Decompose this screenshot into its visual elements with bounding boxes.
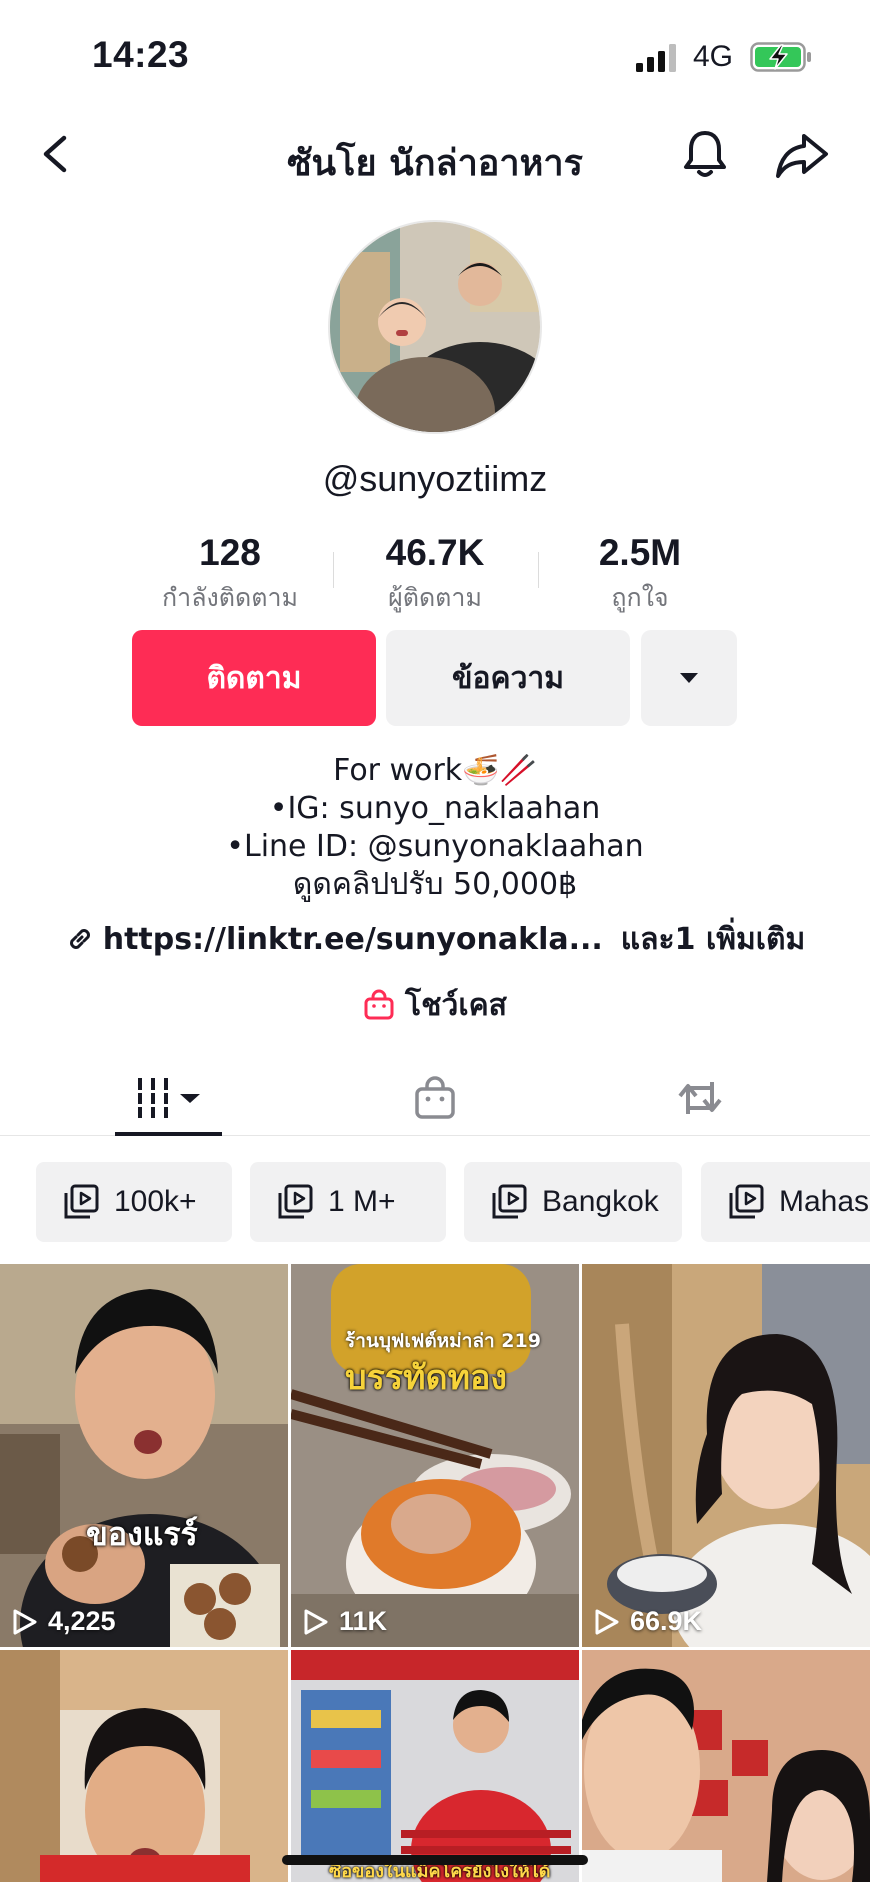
- video-thumbnail-image: [0, 1264, 288, 1647]
- profile-tabs: [0, 1060, 870, 1136]
- nav-bar: ซันโย นักล่าอาหาร: [0, 118, 870, 190]
- suggested-accounts-button[interactable]: [641, 630, 737, 726]
- playlist-icon: [64, 1184, 99, 1219]
- playlist-chip-label: 1 M+: [328, 1185, 396, 1218]
- showcase-link[interactable]: โชว์เคส: [0, 982, 870, 1029]
- playlist-chip[interactable]: 1 M+: [250, 1162, 446, 1242]
- playlist-chip[interactable]: Mahas: [701, 1162, 870, 1242]
- video-overlay-text: บรรทัดทอง: [345, 1358, 508, 1398]
- video-thumbnail[interactable]: 66.9K: [582, 1264, 870, 1647]
- playlist-chip-label: Bangkok: [542, 1185, 659, 1218]
- status-bar: 14:23 4G: [0, 0, 870, 110]
- stat-following[interactable]: 128 กำลังติดตาม: [130, 532, 330, 618]
- divider: [333, 552, 334, 588]
- home-indicator[interactable]: [282, 1855, 588, 1865]
- view-count-value: 11K: [339, 1606, 388, 1636]
- video-thumbnail-image: [582, 1264, 870, 1647]
- view-count-value: 66.9K: [630, 1606, 703, 1636]
- stat-followers-label: ผู้ติดตาม: [388, 583, 482, 612]
- stat-following-label: กำลังติดตาม: [162, 583, 298, 612]
- avatar-photo: [330, 222, 540, 432]
- playlist-icon: [492, 1184, 527, 1219]
- video-grid: ของแรร์ 4,225 ร้านบุฟเฟต์หม่าล่า 219 บรร…: [0, 1264, 870, 1882]
- message-button[interactable]: ข้อความ: [386, 630, 630, 726]
- shopping-bag-icon: [415, 1076, 455, 1119]
- video-thumbnail-image: [291, 1650, 579, 1882]
- battery-charging-icon: [750, 42, 811, 72]
- shopping-bag-icon: [364, 989, 394, 1020]
- video-thumbnail-image: [582, 1650, 870, 1882]
- playlist-chip[interactable]: 100k+: [36, 1162, 232, 1242]
- page-title: ซันโย นักล่าอาหาร: [287, 143, 583, 184]
- stat-followers-value: 46.7K: [385, 532, 485, 573]
- play-icon: [595, 1609, 619, 1634]
- view-count-value: 4,225: [48, 1606, 116, 1636]
- bell-icon[interactable]: [680, 128, 730, 180]
- play-icon: [13, 1609, 37, 1634]
- playlist-chip-label: Mahas: [779, 1185, 870, 1218]
- stat-followers[interactable]: 46.7K ผู้ติดตาม: [335, 532, 535, 618]
- bio-line: For work🍜🥢: [333, 753, 537, 788]
- video-thumbnail-image: [0, 1650, 288, 1882]
- signal-icon: [636, 44, 676, 72]
- share-arrow-icon[interactable]: [774, 130, 830, 180]
- video-thumbnail-image: [291, 1264, 579, 1647]
- bio-line: •Line ID: @sunyonaklaahan: [226, 829, 644, 864]
- grid-lines-icon: [133, 1078, 200, 1118]
- view-count: 4,225: [12, 1606, 116, 1637]
- play-icon: [304, 1609, 328, 1634]
- video-thumbnail[interactable]: [582, 1650, 870, 1882]
- video-overlay-text: ของแรร์: [86, 1515, 198, 1553]
- view-count: 66.9K: [594, 1606, 702, 1637]
- playlist-chip[interactable]: Bangkok: [464, 1162, 682, 1242]
- profile-stats: 128 กำลังติดตาม 46.7K ผู้ติดตาม 2.5M ถูก…: [0, 532, 870, 612]
- showcase-label: โชว์เคส: [405, 988, 507, 1023]
- tab-reposts[interactable]: [665, 1060, 735, 1136]
- username: @sunyoztiimz: [322, 458, 548, 499]
- divider: [538, 552, 539, 588]
- caret-down-icon: [680, 673, 698, 683]
- playlist-chip-label: 100k+: [114, 1185, 197, 1218]
- tab-videos[interactable]: [115, 1060, 222, 1136]
- tab-shop[interactable]: [400, 1060, 470, 1136]
- stat-likes-value: 2.5M: [598, 532, 682, 573]
- video-thumbnail[interactable]: ของแรร์ 4,225: [0, 1264, 288, 1647]
- bio-link-row: https://linktr.ee/sunyonakla... และ1 เพิ่…: [0, 916, 870, 963]
- stat-likes[interactable]: 2.5M ถูกใจ: [540, 532, 740, 618]
- playlist-icon: [278, 1184, 313, 1219]
- video-thumbnail[interactable]: ซื้อของในแม็คโครยังไงให้ได้ของนี้: [291, 1650, 579, 1882]
- bio-line: •IG: sunyo_naklaahan: [269, 791, 601, 826]
- link-icon: [69, 929, 90, 949]
- stat-likes-label: ถูกใจ: [611, 583, 669, 612]
- active-tab-indicator: [115, 1132, 222, 1136]
- playlist-icon: [729, 1184, 764, 1219]
- more-links-button[interactable]: และ1 เพิ่มเติม: [621, 922, 805, 957]
- repost-icon: [678, 1082, 722, 1114]
- profile-bio: For work🍜🥢 •IG: sunyo_naklaahan •Line ID…: [0, 752, 870, 904]
- clock-time: 14:23: [92, 34, 190, 75]
- video-thumbnail[interactable]: [0, 1650, 288, 1882]
- avatar[interactable]: [328, 220, 542, 434]
- follow-button[interactable]: ติดตาม: [132, 630, 376, 726]
- bio-line: ดูดคลิปปรับ 50,000฿: [292, 867, 578, 902]
- video-thumbnail[interactable]: ร้านบุฟเฟต์หม่าล่า 219 บรรทัดทอง 11K: [291, 1264, 579, 1647]
- network-type: 4G: [693, 40, 734, 73]
- view-count: 11K: [303, 1606, 387, 1637]
- bio-link[interactable]: https://linktr.ee/sunyonakla...: [103, 922, 603, 957]
- playlist-chips: 100k+ 1 M+ Bangkok Mahas: [36, 1162, 870, 1242]
- stat-following-value: 128: [199, 532, 261, 573]
